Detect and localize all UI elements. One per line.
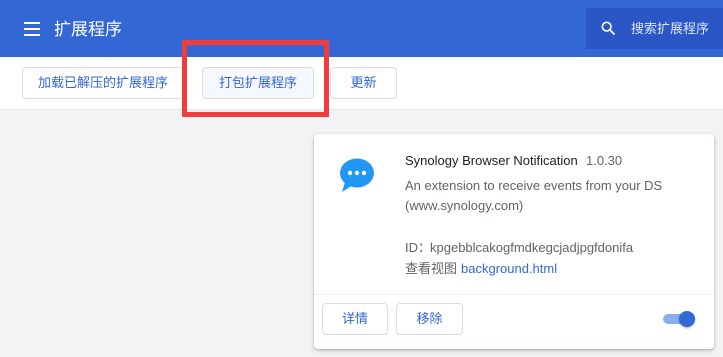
toolbar: 加载已解压的扩展程序 打包扩展程序 更新 xyxy=(0,57,723,110)
enable-toggle[interactable] xyxy=(663,311,695,327)
update-button[interactable]: 更新 xyxy=(330,67,397,99)
hamburger-menu-icon[interactable] xyxy=(24,22,40,36)
app-header: 扩展程序 搜索扩展程序 xyxy=(0,0,723,57)
extension-version: 1.0.30 xyxy=(586,153,623,168)
search-box[interactable]: 搜索扩展程序 xyxy=(586,8,723,49)
speech-bubble-icon xyxy=(340,158,374,192)
extension-name: Synology Browser Notification xyxy=(405,153,578,168)
page-title: 扩展程序 xyxy=(54,20,122,39)
pack-extension-button[interactable]: 打包扩展程序 xyxy=(202,67,314,99)
toggle-knob xyxy=(679,311,695,327)
extension-id-value: kpgebblcakogfmdkegcjadjpgfdonifa xyxy=(430,240,634,255)
extension-description: An extension to receive events from your… xyxy=(405,178,663,213)
search-icon xyxy=(601,21,615,35)
extension-card: Synology Browser Notification 1.0.30 An … xyxy=(314,134,714,349)
extension-id-label: ID： xyxy=(405,240,432,255)
details-button[interactable]: 详情 xyxy=(322,303,388,335)
load-unpacked-button[interactable]: 加载已解压的扩展程序 xyxy=(22,67,184,99)
remove-button[interactable]: 移除 xyxy=(396,303,463,335)
inspect-views-label: 查看视图 xyxy=(405,261,458,276)
background-page-link[interactable]: background.html xyxy=(461,261,557,277)
card-divider xyxy=(314,294,714,295)
search-input[interactable]: 搜索扩展程序 xyxy=(631,20,709,37)
